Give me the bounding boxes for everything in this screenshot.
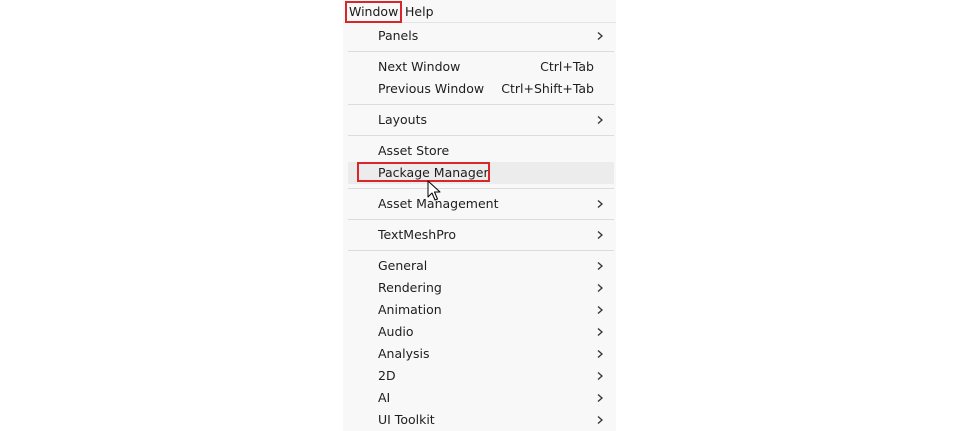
menu-item-label: Next Window (378, 59, 461, 74)
menu-separator (348, 188, 614, 189)
chevron-right-icon (597, 372, 603, 380)
menu-item-next-window[interactable]: Next Window Ctrl+Tab (343, 56, 616, 78)
chevron-right-icon (597, 32, 603, 40)
chevron-right-icon (597, 262, 603, 270)
menubar-help[interactable]: Help (405, 2, 434, 22)
menu-item-textmeshpro[interactable]: TextMeshPro (343, 224, 616, 246)
menu-item-asset-management[interactable]: Asset Management (343, 193, 616, 215)
menu-item-label: General (378, 258, 428, 273)
menu-item-rendering[interactable]: Rendering (343, 277, 616, 299)
chevron-right-icon (597, 328, 603, 336)
menu-item-label: Previous Window (378, 81, 485, 96)
menu-item-label: TextMeshPro (378, 227, 457, 242)
menu-item-shortcut: Ctrl+Shift+Tab (501, 81, 594, 96)
window-menu-panel: Window Help Panels Next Window Ctrl+Tab … (343, 0, 616, 431)
menu-item-shortcut: Ctrl+Tab (540, 59, 594, 74)
highlight-box-package-manager (357, 162, 490, 182)
chevron-right-icon (597, 350, 603, 358)
chevron-right-icon (597, 306, 603, 314)
menu-separator (348, 104, 614, 105)
menu-item-layouts[interactable]: Layouts (343, 109, 616, 131)
menu-item-animation[interactable]: Animation (343, 299, 616, 321)
menu-item-label: Rendering (378, 280, 442, 295)
menu-item-general[interactable]: General (343, 255, 616, 277)
menu-item-label: Panels (378, 28, 419, 43)
menu-separator (348, 219, 614, 220)
menu-item-ai[interactable]: AI (343, 387, 616, 409)
menu-separator (348, 250, 614, 251)
menubar-window[interactable]: Window (345, 1, 403, 23)
mouse-cursor-icon (427, 180, 441, 201)
menubar: Window Help (343, 0, 616, 23)
chevron-right-icon (597, 416, 603, 424)
menu-item-panels[interactable]: Panels (343, 25, 616, 47)
menu-item-label: Analysis (378, 346, 430, 361)
menu-item-asset-store[interactable]: Asset Store (343, 140, 616, 162)
chevron-right-icon (597, 116, 603, 124)
menu-item-ui-toolkit[interactable]: UI Toolkit (343, 409, 616, 431)
menu-separator (348, 51, 614, 52)
menu-item-label: UI Toolkit (378, 412, 435, 427)
chevron-right-icon (597, 231, 603, 239)
menu-item-label: Asset Store (378, 143, 450, 158)
menu-item-label: Layouts (378, 112, 428, 127)
menu-item-label: AI (378, 390, 391, 405)
menu-item-audio[interactable]: Audio (343, 321, 616, 343)
menu-item-label: Animation (378, 302, 442, 317)
chevron-right-icon (597, 394, 603, 402)
menu-item-2d[interactable]: 2D (343, 365, 616, 387)
menu-item-previous-window[interactable]: Previous Window Ctrl+Shift+Tab (343, 78, 616, 100)
menu-item-analysis[interactable]: Analysis (343, 343, 616, 365)
chevron-right-icon (597, 284, 603, 292)
menu-item-label: 2D (378, 368, 396, 383)
menu-item-label: Audio (378, 324, 414, 339)
menu-separator (348, 135, 614, 136)
chevron-right-icon (597, 200, 603, 208)
